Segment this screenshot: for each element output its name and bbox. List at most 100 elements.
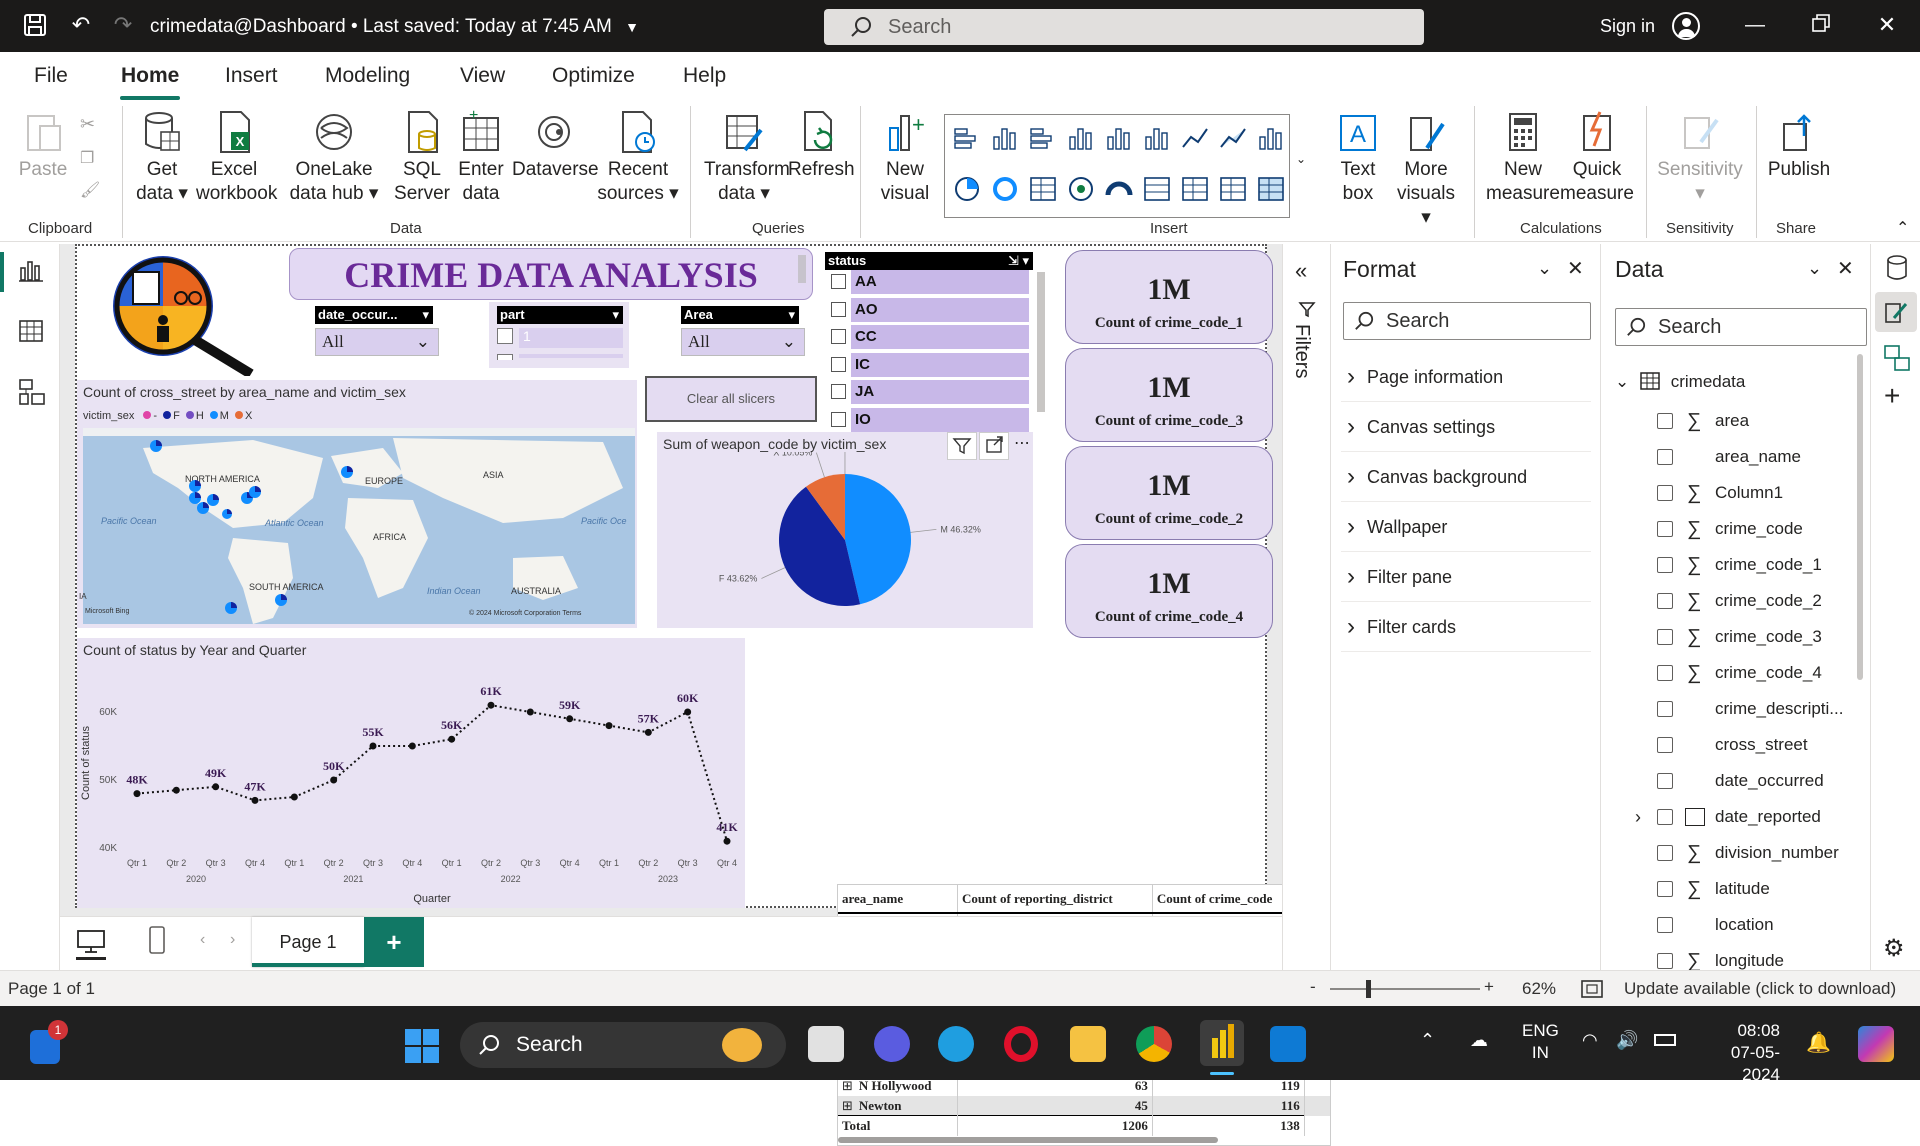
field-checkbox[interactable] <box>1657 413 1673 429</box>
status-item[interactable]: JA <box>851 380 1029 404</box>
excel-workbook-button[interactable]: X Excel workbook <box>196 110 272 206</box>
bell-icon[interactable]: 🔔 <box>1806 1030 1831 1055</box>
field-checkbox[interactable] <box>1657 485 1673 501</box>
format-section-4[interactable]: Filter pane <box>1341 552 1591 602</box>
battery-icon[interactable] <box>1654 1034 1676 1046</box>
line-point[interactable] <box>252 797 259 804</box>
field-checkbox[interactable] <box>1657 557 1673 573</box>
status-checkbox[interactable] <box>831 384 846 399</box>
status-item[interactable]: AO <box>851 298 1029 322</box>
table-visual-icon[interactable] <box>1221 178 1245 200</box>
format-search[interactable]: Search <box>1343 302 1591 340</box>
expand-row-icon[interactable]: ⊞ <box>842 1099 853 1114</box>
tab-view[interactable]: View <box>460 64 505 88</box>
line-point[interactable] <box>370 743 377 750</box>
zoom-slider[interactable] <box>1330 988 1480 990</box>
text-box-button[interactable]: A Text box <box>1330 110 1386 206</box>
status-item[interactable]: AA <box>851 270 1029 294</box>
task-view-icon[interactable] <box>808 1026 844 1062</box>
map-bubble[interactable] <box>249 486 261 498</box>
field-checkbox[interactable] <box>1657 521 1673 537</box>
onelake-button[interactable]: OneLake data hub ▾ <box>276 110 392 206</box>
vscode-icon[interactable] <box>1270 1026 1306 1062</box>
status-checkbox[interactable] <box>831 302 846 317</box>
tab-help[interactable]: Help <box>683 64 726 88</box>
field-checkbox[interactable] <box>1657 593 1673 609</box>
column-header[interactable]: area_name <box>838 885 958 913</box>
settings-icon[interactable]: ⚙ <box>1883 934 1905 963</box>
update-available-link[interactable]: Update available (click to download) <box>1624 979 1896 999</box>
status-checkbox[interactable] <box>831 412 846 427</box>
model-view-icon[interactable] <box>18 378 46 406</box>
field-checkbox[interactable] <box>1657 629 1673 645</box>
visual-gallery[interactable] <box>944 114 1290 218</box>
map-bubble[interactable] <box>189 480 201 492</box>
zoom-in-button[interactable]: + <box>1484 977 1494 997</box>
chevron-right-icon[interactable]: › <box>1635 799 1641 835</box>
zoom-level[interactable]: 62% <box>1522 979 1556 999</box>
field-checkbox[interactable] <box>1657 773 1673 789</box>
zoom-slider-thumb[interactable] <box>1366 980 1371 998</box>
line-point[interactable] <box>684 709 691 716</box>
data-pane-scrollbar[interactable] <box>1857 354 1863 680</box>
status-slicer-scrollbar[interactable] <box>1037 272 1045 412</box>
map-bubble[interactable] <box>341 466 353 478</box>
collapse-ribbon-icon[interactable]: ⌃ <box>1896 218 1909 238</box>
field-checkbox[interactable] <box>1657 449 1673 465</box>
new-visual-button[interactable]: + New visual <box>874 110 936 206</box>
clock[interactable]: 08:0807-05-2024 <box>1700 1020 1780 1086</box>
line-point[interactable] <box>212 783 219 790</box>
line-point[interactable] <box>409 743 416 750</box>
part-checkbox-2[interactable] <box>497 354 513 360</box>
close-format-icon[interactable]: ✕ <box>1567 256 1584 281</box>
field-checkbox[interactable] <box>1657 953 1673 969</box>
total-row[interactable]: Total1206138 <box>838 1116 1331 1136</box>
file-explorer-icon[interactable] <box>1070 1026 1106 1062</box>
pie-chart[interactable]: M 46.32%F 43.62%X 10.05%-0% <box>657 452 1033 628</box>
map-bubble[interactable] <box>150 440 162 452</box>
line-point[interactable] <box>173 787 180 794</box>
line-point[interactable] <box>566 715 573 722</box>
volume-icon[interactable]: 🔊 <box>1616 1030 1638 1051</box>
prev-page-icon[interactable]: ‹ <box>200 931 205 949</box>
filters-pane-collapsed[interactable]: « Filters <box>1282 244 1330 970</box>
expand-row-icon[interactable]: ⊞ <box>842 1079 853 1094</box>
map-bubble[interactable] <box>197 502 209 514</box>
donut-visual-icon[interactable] <box>995 179 1015 199</box>
map-bubble[interactable] <box>189 492 201 504</box>
status-item[interactable]: CC <box>851 325 1029 349</box>
chrome-icon[interactable] <box>1136 1026 1172 1062</box>
status-item[interactable]: IC <box>851 353 1029 377</box>
language-indicator[interactable]: ENGIN <box>1522 1020 1559 1064</box>
new-measure-button[interactable]: New measure <box>1486 110 1560 206</box>
line-point[interactable] <box>724 838 731 845</box>
stacked-column-visual-icon[interactable] <box>1070 129 1091 149</box>
table-view-icon[interactable] <box>18 318 44 344</box>
more-visuals-button[interactable]: More visuals ▾ <box>1390 110 1462 230</box>
format-pane-tab[interactable] <box>1875 292 1917 332</box>
clustered-bar-visual-icon[interactable] <box>1031 129 1051 148</box>
field-checkbox[interactable] <box>1657 665 1673 681</box>
tab-modeling[interactable]: Modeling <box>325 64 410 88</box>
clustered-column-visual-icon[interactable] <box>994 129 1015 149</box>
area-visual-icon[interactable] <box>1221 129 1245 147</box>
format-section-3[interactable]: Wallpaper <box>1341 502 1591 552</box>
chevron-down-icon[interactable]: ▼ <box>625 19 639 35</box>
data-pane-icon[interactable] <box>1885 254 1909 282</box>
banner-scrollbar[interactable] <box>798 255 806 283</box>
line-point[interactable] <box>330 777 337 784</box>
opera-icon[interactable] <box>1004 1026 1038 1062</box>
meet-icon[interactable] <box>874 1026 910 1062</box>
close-icon[interactable]: ✕ <box>1874 12 1900 38</box>
status-checkbox[interactable] <box>831 329 846 344</box>
edge-icon[interactable] <box>938 1026 974 1062</box>
page-tab-1[interactable]: Page 1 <box>252 917 364 967</box>
status-checkbox[interactable] <box>831 274 846 289</box>
enter-data-button[interactable]: + Enter data <box>454 110 508 206</box>
line-chart[interactable]: 40K50K60KCount of status48KQtr 1Qtr 249K… <box>77 658 745 908</box>
expand-pane-icon[interactable]: « <box>1295 258 1307 284</box>
tab-optimize[interactable]: Optimize <box>552 64 635 88</box>
table-row[interactable]: ⊞Newton45116 <box>838 1096 1331 1116</box>
map-bubbles[interactable] <box>77 380 637 628</box>
format-section-5[interactable]: Filter cards <box>1341 602 1591 652</box>
